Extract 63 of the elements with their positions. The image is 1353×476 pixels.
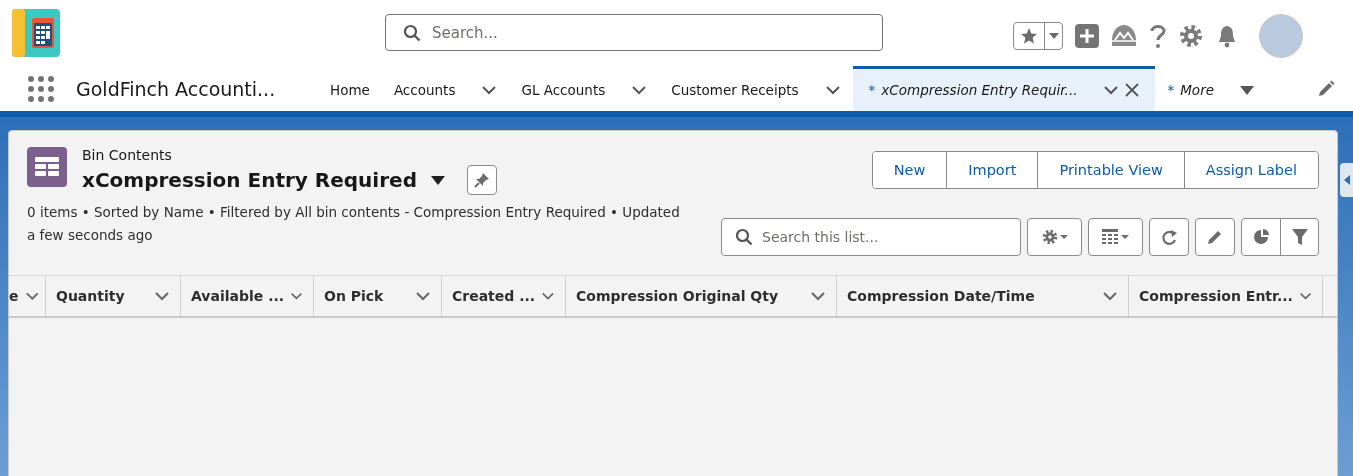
chevron-down-icon[interactable] xyxy=(1103,85,1120,95)
search-field[interactable]: Search... xyxy=(385,14,883,51)
caret-down-icon[interactable] xyxy=(430,175,445,185)
column-header[interactable]: Compression Entr... xyxy=(1129,276,1323,316)
chevron-down-icon[interactable] xyxy=(481,85,498,95)
list-view-title: xCompression Entry Required xyxy=(82,168,417,192)
caret-left-icon xyxy=(1343,175,1350,185)
app-launcher-icon[interactable] xyxy=(27,74,55,103)
nav-tab[interactable]: Accounts xyxy=(381,66,510,111)
column-header[interactable]: e xyxy=(9,276,46,316)
caret-down-icon xyxy=(1048,33,1059,39)
chevron-down-icon[interactable] xyxy=(631,85,648,95)
mountain-icon[interactable] xyxy=(1111,24,1137,48)
nav-tab[interactable]: Customer Receipts xyxy=(659,66,853,111)
search-icon xyxy=(735,228,753,246)
column-header[interactable]: On Pick xyxy=(314,276,442,316)
grid-glyph-icon xyxy=(35,157,59,177)
list-summary: 0 items • Sorted by Name • Filtered by All bin contents - Compression Entry Required • Updated a few seconds ago xyxy=(26,203,681,245)
close-icon[interactable] xyxy=(1125,83,1140,97)
chevron-down-icon[interactable] xyxy=(1298,291,1312,301)
star-icon xyxy=(1020,27,1038,45)
column-header[interactable]: Quantity xyxy=(46,276,181,316)
nav-tab[interactable]: * xCompression Entry Requir... xyxy=(852,66,1156,111)
chart-icon xyxy=(1253,229,1269,245)
calculator-logo[interactable] xyxy=(12,9,60,57)
nav-tab[interactable]: GL Accounts xyxy=(509,66,660,111)
edit-button[interactable] xyxy=(1195,218,1235,256)
edit-icon xyxy=(1207,229,1223,245)
chevron-down-icon[interactable] xyxy=(290,291,303,301)
pin-icon xyxy=(473,172,490,188)
favorites-button[interactable] xyxy=(1013,22,1063,50)
settings-menu-icon xyxy=(1041,229,1068,245)
chevron-down-icon[interactable] xyxy=(1102,291,1118,301)
caret-down-icon[interactable] xyxy=(1240,85,1254,95)
table-display-button[interactable] xyxy=(1088,218,1143,256)
settings-menu-button[interactable] xyxy=(1027,218,1082,256)
pin-button[interactable] xyxy=(466,165,497,195)
action-button[interactable]: New xyxy=(872,152,948,188)
object-label: Bin Contents xyxy=(82,147,173,163)
edit-icon[interactable] xyxy=(1317,79,1335,98)
search-icon xyxy=(403,23,421,42)
refresh-icon xyxy=(1160,228,1178,246)
add-icon[interactable] xyxy=(1075,24,1099,48)
column-header[interactable]: Available ... xyxy=(181,276,314,316)
filter-icon xyxy=(1291,229,1308,245)
chevron-down-icon[interactable] xyxy=(415,291,431,301)
chevron-down-icon[interactable] xyxy=(24,291,39,301)
help-icon[interactable] xyxy=(1149,23,1167,49)
column-header[interactable]: Compression Date/Time xyxy=(837,276,1129,316)
chevron-down-icon[interactable] xyxy=(810,291,826,301)
refresh-button[interactable] xyxy=(1149,218,1189,256)
list-search-field[interactable]: Search this list... xyxy=(721,218,1021,256)
settings-icon[interactable] xyxy=(1179,24,1203,48)
table-display-icon xyxy=(1102,229,1129,245)
chevron-down-icon[interactable] xyxy=(824,85,841,95)
column-header[interactable]: Created ... xyxy=(442,276,566,316)
chevron-down-icon[interactable] xyxy=(154,291,170,301)
column-header[interactable]: Compression Original Qty xyxy=(566,276,837,316)
nav-tab[interactable]: * More xyxy=(1155,66,1266,111)
app-name: GoldFinch Accounti... xyxy=(76,77,277,100)
chevron-down-icon[interactable] xyxy=(541,291,555,301)
panel-toggle-handle[interactable] xyxy=(1340,163,1353,197)
nav-tab[interactable]: Home xyxy=(318,66,382,111)
